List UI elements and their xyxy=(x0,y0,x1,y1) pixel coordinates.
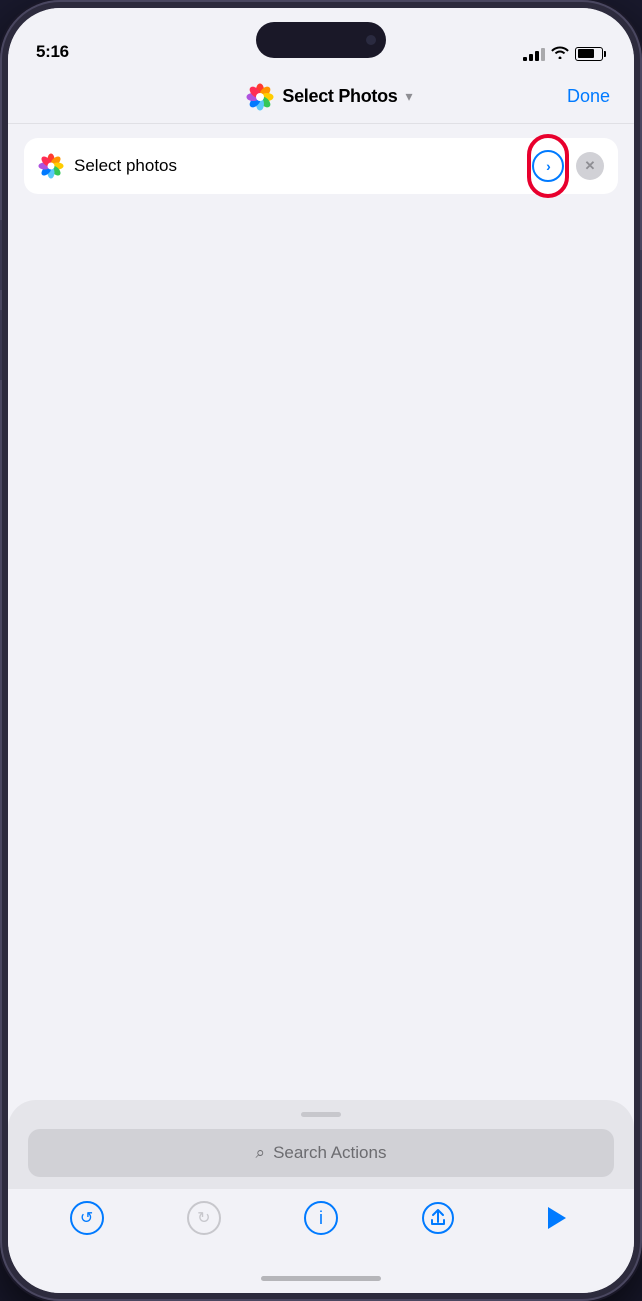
play-icon xyxy=(548,1207,566,1229)
home-bar xyxy=(261,1276,381,1281)
arrow-button-wrapper: › xyxy=(530,140,566,192)
signal-icon xyxy=(523,47,545,61)
photos-flower-action-icon xyxy=(38,153,64,179)
status-time: 5:16 xyxy=(36,42,69,62)
content-area: Select photos › ✕ xyxy=(8,124,634,1100)
bottom-toolbar: ↺ ↻ i xyxy=(8,1189,634,1263)
battery-icon xyxy=(575,47,606,61)
bottom-panel: ⌕ Search Actions xyxy=(8,1100,634,1189)
nav-chevron-icon: ▾ xyxy=(406,88,413,105)
nav-bar: Select Photos ▾ Done xyxy=(8,70,634,124)
info-icon-circle: i xyxy=(304,1201,338,1235)
arrow-circle-button[interactable]: › xyxy=(532,150,564,182)
nav-title: Select Photos xyxy=(282,86,397,107)
play-button[interactable] xyxy=(533,1196,577,1240)
search-actions-label: Search Actions xyxy=(273,1143,386,1163)
nav-title-area[interactable]: Select Photos ▾ xyxy=(246,83,412,111)
phone-frame: 5:16 xyxy=(0,0,642,1301)
clear-button[interactable]: ✕ xyxy=(576,152,604,180)
photos-flower-nav-icon xyxy=(246,83,274,111)
share-button[interactable] xyxy=(416,1196,460,1240)
search-actions-bar[interactable]: ⌕ Search Actions xyxy=(28,1129,614,1177)
close-icon: ✕ xyxy=(585,158,596,174)
search-icon: ⌕ xyxy=(256,1143,266,1163)
volume-down-button[interactable] xyxy=(0,310,2,380)
share-icon xyxy=(422,1202,454,1234)
undo-button[interactable]: ↺ xyxy=(65,1196,109,1240)
nav-done-button[interactable]: Done xyxy=(567,86,610,107)
screen: 5:16 xyxy=(8,8,634,1293)
undo-icon-circle: ↺ xyxy=(70,1201,104,1235)
redo-icon: ↻ xyxy=(197,1208,210,1228)
info-button[interactable]: i xyxy=(299,1196,343,1240)
arrow-right-icon: › xyxy=(546,158,551,174)
redo-icon-circle: ↻ xyxy=(187,1201,221,1235)
dynamic-island xyxy=(256,22,386,58)
undo-icon: ↺ xyxy=(80,1208,93,1228)
action-row: Select photos › ✕ xyxy=(24,138,618,194)
bottom-handle xyxy=(301,1112,341,1117)
info-icon: i xyxy=(319,1208,323,1229)
volume-up-button[interactable] xyxy=(0,220,2,290)
redo-button[interactable]: ↻ xyxy=(182,1196,226,1240)
action-label: Select photos xyxy=(74,156,520,176)
status-icons xyxy=(523,45,606,62)
camera-dot xyxy=(366,35,376,45)
home-indicator xyxy=(8,1263,634,1293)
wifi-icon xyxy=(551,45,569,62)
